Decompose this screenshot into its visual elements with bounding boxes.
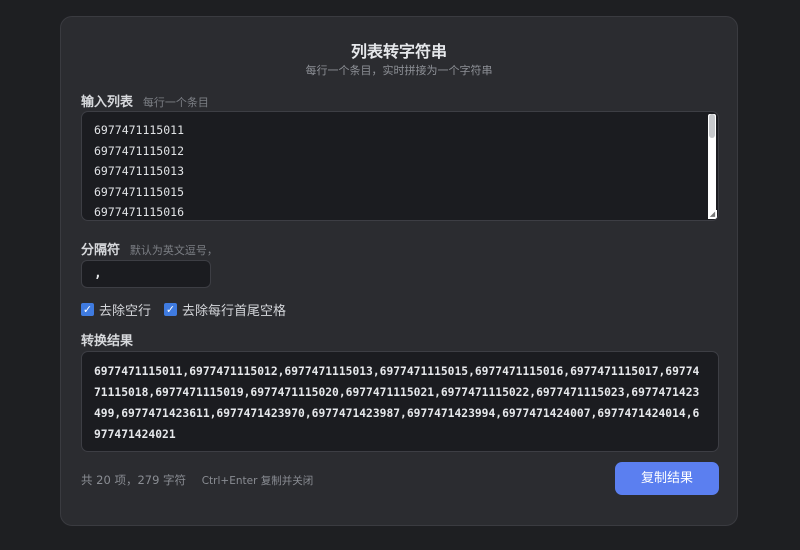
converter-panel: 列表转字符串 每行一个条目，实时拼接为一个字符串 输入列表 每行一个条目 697… — [60, 16, 738, 526]
result-label: 转换结果 — [81, 334, 134, 349]
copy-result-button[interactable]: 复制结果 — [615, 462, 719, 495]
input-list-lines: 6977471115011 6977471115012 697747111501… — [94, 120, 185, 220]
list-item: 6977471115011 — [94, 123, 185, 137]
input-scrollbar[interactable] — [708, 114, 716, 218]
result-output[interactable]: 6977471115011,6977471115012,697747111501… — [81, 351, 719, 452]
list-item: 6977471115016 — [94, 205, 185, 220]
input-list-label: 输入列表 — [81, 95, 134, 110]
trim-checkbox[interactable]: ✓ — [164, 303, 178, 316]
separator-label: 分隔符 — [81, 243, 121, 258]
page-title: 列表转字符串 — [350, 42, 447, 61]
input-list-hint: 每行一个条目 — [142, 96, 209, 109]
shortcut-hint: Ctrl+Enter 复制并关闭 — [201, 475, 314, 487]
result-label-row: 转换结果 — [81, 330, 133, 349]
list-item: 6977471115015 — [94, 184, 185, 199]
separator-label-row: 分隔符 默认为英文逗号， — [81, 239, 218, 258]
separator-input[interactable]: , — [81, 260, 211, 288]
page-subtitle: 每行一个条目，实时拼接为一个字符串 — [305, 64, 493, 77]
input-list-textarea[interactable]: 6977471115011 6977471115012 697747111501… — [81, 111, 719, 221]
remove-empty-checkbox[interactable]: ✓ — [81, 303, 94, 316]
options-row: ✓ 去除空行 ✓ 去除每行首尾空格 — [81, 300, 299, 319]
list-item: 6977471115013 — [94, 164, 185, 179]
remove-empty-label[interactable]: 去除空行 — [99, 300, 151, 319]
trim-label[interactable]: 去除每行首尾空格 — [182, 300, 286, 319]
footer-info: 共 20 项，279 字符 Ctrl+Enter 复制并关闭 — [81, 472, 313, 488]
trim-option[interactable]: ✓ 去除每行首尾空格 — [164, 300, 286, 319]
separator-hint: 默认为英文逗号， — [129, 244, 218, 257]
stats-text: 共 20 项，279 字符 — [81, 473, 187, 487]
resize-handle-icon[interactable]: ◢ — [708, 210, 717, 219]
input-scrollbar-thumb[interactable] — [709, 114, 715, 138]
input-label-row: 输入列表 每行一个条目 — [81, 91, 209, 110]
list-item: 6977471115012 — [94, 143, 185, 158]
remove-empty-option[interactable]: ✓ 去除空行 — [81, 300, 151, 319]
